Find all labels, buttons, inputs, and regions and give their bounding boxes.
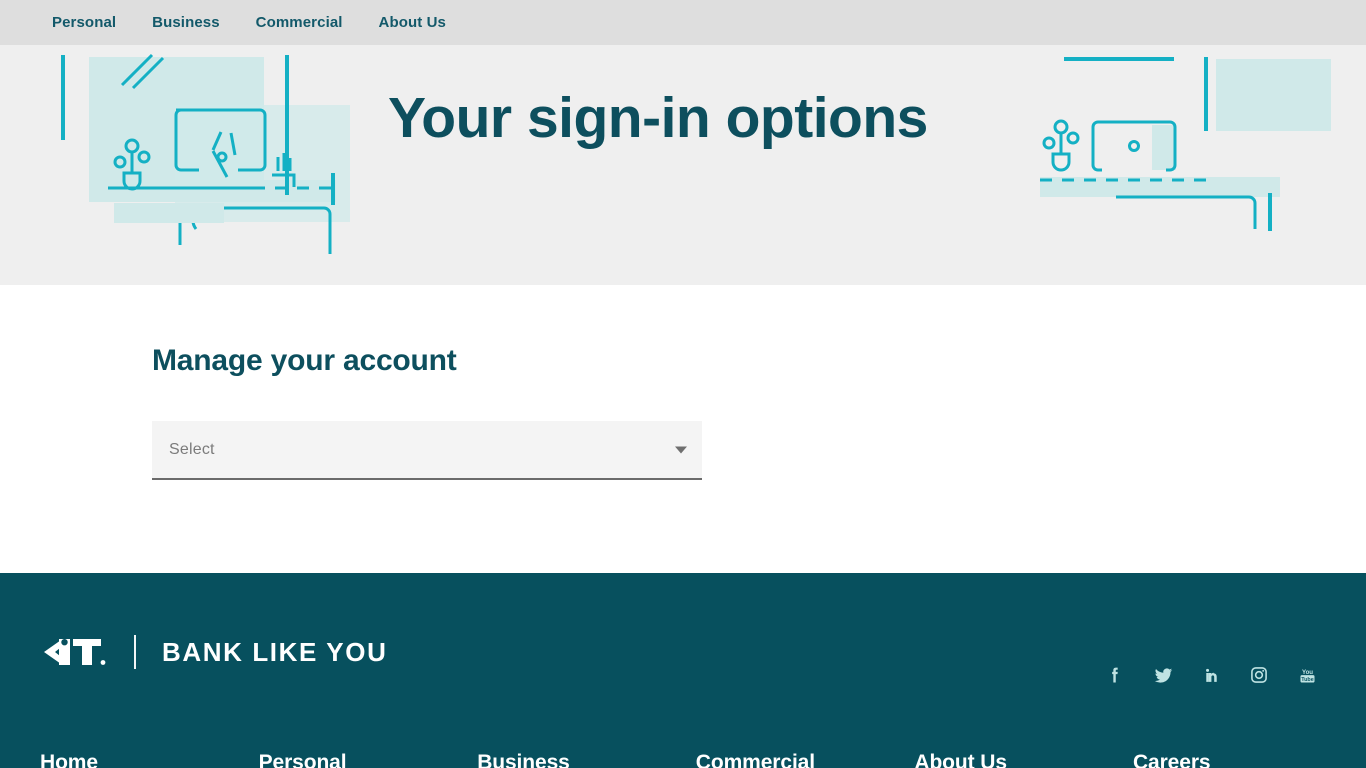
footer-brand: BANK LIKE YOU bbox=[44, 635, 387, 669]
footer-column-business: Business bbox=[477, 751, 696, 768]
footer-column-commercial: Commercial bbox=[696, 751, 915, 768]
hero-decoration-left-illustration bbox=[61, 53, 350, 254]
main-content: Manage your account Select bbox=[0, 285, 1366, 573]
nav-item-commercial[interactable]: Commercial bbox=[256, 0, 343, 45]
hero-decoration-right-illustration bbox=[1040, 57, 1331, 231]
section-heading: Manage your account bbox=[152, 344, 457, 377]
footer-column-title-home[interactable]: Home bbox=[40, 751, 259, 768]
brand-tagline: BANK LIKE YOU bbox=[162, 636, 388, 667]
top-navigation-bar: Personal Business Commercial About Us bbox=[0, 0, 1366, 45]
facebook-icon[interactable] bbox=[1104, 664, 1126, 686]
instagram-icon[interactable] bbox=[1248, 664, 1270, 686]
youtube-icon[interactable]: You Tube bbox=[1296, 664, 1318, 686]
account-select-value: Select bbox=[169, 440, 215, 458]
site-footer: BANK LIKE YOU You Tube Home Personal Bus… bbox=[0, 573, 1366, 768]
svg-text:Tube: Tube bbox=[1301, 677, 1314, 683]
twitter-icon[interactable] bbox=[1152, 664, 1174, 686]
page-title: Your sign-in options bbox=[388, 86, 928, 150]
brand-divider bbox=[134, 635, 136, 669]
social-links: You Tube bbox=[1104, 664, 1318, 686]
footer-column-title-about-us[interactable]: About Us bbox=[914, 751, 1133, 768]
footer-column-careers: Careers bbox=[1133, 751, 1352, 768]
linkedin-icon[interactable] bbox=[1200, 664, 1222, 686]
nav-item-about-us[interactable]: About Us bbox=[379, 0, 446, 45]
nav-item-business[interactable]: Business bbox=[152, 0, 220, 45]
cit-logo[interactable] bbox=[44, 639, 106, 665]
footer-column-title-personal[interactable]: Personal bbox=[259, 751, 478, 768]
nav-item-personal[interactable]: Personal bbox=[52, 0, 116, 45]
svg-text:You: You bbox=[1301, 668, 1312, 675]
hero-banner: Your sign-in options bbox=[0, 45, 1366, 285]
footer-column-title-careers[interactable]: Careers bbox=[1133, 751, 1352, 768]
footer-link-columns: Home Personal Business Commercial About … bbox=[0, 751, 1366, 768]
account-select-dropdown[interactable]: Select bbox=[152, 421, 702, 480]
footer-column-title-commercial[interactable]: Commercial bbox=[696, 751, 915, 768]
footer-column-about-us: About Us bbox=[914, 751, 1133, 768]
footer-column-home: Home bbox=[40, 751, 259, 768]
chevron-down-icon bbox=[675, 446, 687, 453]
footer-column-personal: Personal bbox=[259, 751, 478, 768]
footer-column-title-business[interactable]: Business bbox=[477, 751, 696, 768]
